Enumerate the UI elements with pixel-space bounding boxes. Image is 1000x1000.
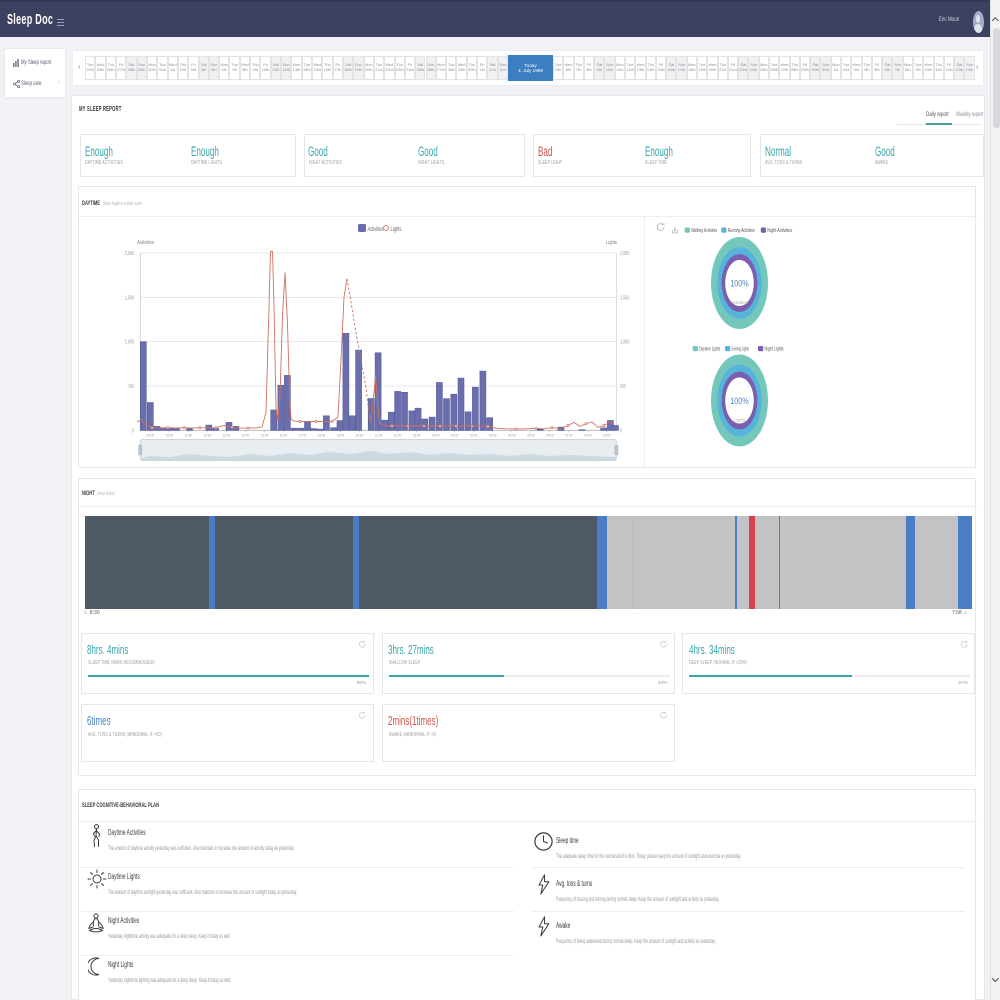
svg-text:20:00: 20:00 xyxy=(356,434,364,438)
svg-text:21:00: 21:00 xyxy=(375,434,383,438)
svg-text:22:00: 22:00 xyxy=(394,434,402,438)
svg-text:100%: 100% xyxy=(730,396,749,407)
svg-text:04:00: 04:00 xyxy=(508,434,516,438)
svg-text:05:00: 05:00 xyxy=(527,434,535,438)
svg-text:10:00: 10:00 xyxy=(166,434,174,438)
svg-text:14:00: 14:00 xyxy=(242,434,250,438)
svg-text:Night Activities: Night Activities xyxy=(767,228,792,234)
svg-text:09:00: 09:00 xyxy=(603,434,611,438)
svg-text:500: 500 xyxy=(128,384,134,390)
svg-text:2,000: 2,000 xyxy=(125,251,134,257)
svg-text:0: 0 xyxy=(620,428,622,434)
svg-text:11:00: 11:00 xyxy=(185,434,193,438)
svg-text:03:00: 03:00 xyxy=(489,434,497,438)
svg-text:08:00: 08:00 xyxy=(584,434,592,438)
svg-text:Walking Activities: Walking Activities xyxy=(691,228,717,234)
svg-text:16:00: 16:00 xyxy=(280,434,288,438)
svg-text:09:00: 09:00 xyxy=(147,434,155,438)
svg-text:Activities: Activities xyxy=(137,240,154,246)
svg-text:23:00: 23:00 xyxy=(413,434,421,438)
svg-text:02:00: 02:00 xyxy=(470,434,478,438)
svg-text:1,500: 1,500 xyxy=(620,296,629,302)
svg-text:01:00: 01:00 xyxy=(451,434,459,438)
svg-text:2,000: 2,000 xyxy=(620,251,629,257)
svg-text:1,000: 1,000 xyxy=(620,340,629,346)
svg-text:07:00: 07:00 xyxy=(565,434,573,438)
svg-text:Night Lights: Night Lights xyxy=(765,346,784,352)
svg-text:1,500: 1,500 xyxy=(125,296,134,302)
svg-text:Activities: Activities xyxy=(731,300,748,305)
svg-text:00:00: 00:00 xyxy=(432,434,440,438)
svg-text:06:00: 06:00 xyxy=(546,434,554,438)
svg-text:1,000: 1,000 xyxy=(125,340,134,346)
svg-text:Lights: Lights xyxy=(734,418,745,423)
svg-text:17:00: 17:00 xyxy=(299,434,307,438)
svg-text:500: 500 xyxy=(620,384,626,390)
svg-text:Lights: Lights xyxy=(391,227,402,233)
svg-text:19:00: 19:00 xyxy=(337,434,345,438)
svg-text:18:00: 18:00 xyxy=(318,434,326,438)
svg-text:15:00: 15:00 xyxy=(261,434,269,438)
svg-text:0: 0 xyxy=(132,428,134,434)
svg-text:Evening Lights: Evening Lights xyxy=(732,346,750,352)
svg-text:Daytime Lights: Daytime Lights xyxy=(699,346,720,352)
svg-text:Lights: Lights xyxy=(606,240,617,246)
svg-text:Running Activities: Running Activities xyxy=(728,228,755,234)
svg-text:13:00: 13:00 xyxy=(223,434,231,438)
svg-text:12:00: 12:00 xyxy=(204,434,212,438)
svg-text:Activities: Activities xyxy=(368,227,384,233)
svg-text:100%: 100% xyxy=(730,279,749,290)
